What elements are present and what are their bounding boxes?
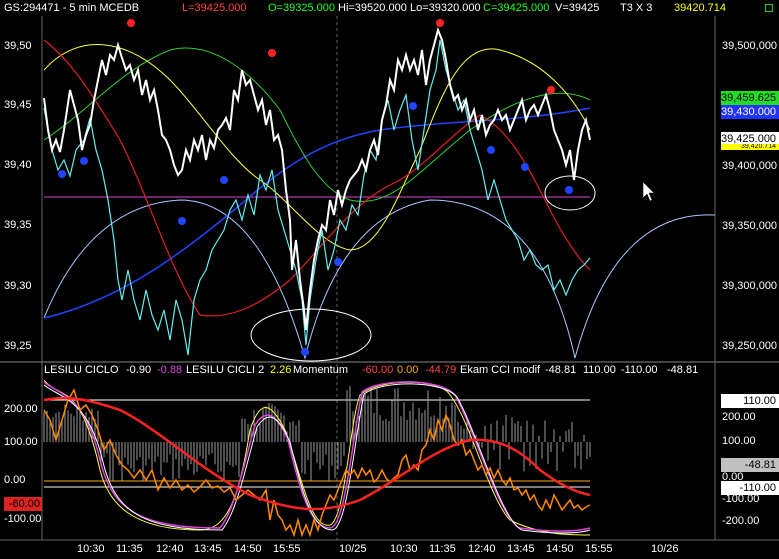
low-marker-dot bbox=[220, 176, 228, 184]
high-marker-dot bbox=[268, 49, 276, 57]
indicator-label-4: Ekam CCI modif bbox=[460, 364, 541, 376]
high-marker-dot bbox=[127, 19, 135, 27]
price-tick-right: 39,350,000 bbox=[722, 220, 778, 232]
price-tick: 39,50 bbox=[4, 40, 32, 52]
indicator-value-3a: -60.00 bbox=[362, 364, 394, 376]
indicator-tick: -100.00 bbox=[4, 513, 42, 525]
indicator-label-3: Momentum bbox=[293, 364, 349, 376]
low-marker-dot bbox=[178, 217, 186, 225]
price-badge-blue: 39,430.000 bbox=[721, 105, 779, 119]
time-tick: 11:35 bbox=[429, 543, 456, 555]
indicator-value-3b: 0.00 bbox=[397, 364, 419, 376]
red-average-line bbox=[43, 39, 591, 317]
time-tick: 15:55 bbox=[585, 543, 613, 555]
indicator-badge-cci: -48.81 bbox=[721, 458, 779, 472]
indicator-value-2: 2.26 bbox=[270, 364, 292, 376]
indicator-tick-right: 200.00 bbox=[722, 411, 756, 423]
indicator-value-4: -48.81 bbox=[545, 364, 577, 376]
low-marker-dot bbox=[301, 348, 309, 356]
high-marker-dot bbox=[436, 19, 444, 27]
low-marker-dot bbox=[80, 157, 88, 165]
price-tick-right: 39,500,000 bbox=[722, 40, 778, 52]
low-marker-dot bbox=[58, 170, 66, 178]
indicator-value-1: -0.90 bbox=[126, 364, 152, 376]
cycle-arc-line bbox=[43, 199, 716, 360]
time-tick: 15:55 bbox=[273, 543, 301, 555]
indicator-value-3c: -44.79 bbox=[425, 364, 457, 376]
chart-canvas[interactable] bbox=[0, 0, 779, 559]
price-tick-right: 39,300,000 bbox=[722, 280, 778, 292]
mouse-cursor-icon bbox=[642, 181, 655, 202]
trading-chart-window: GS:294471 - 5 min MCEDB L=39425.000 O=39… bbox=[0, 0, 779, 559]
price-tick: 39,25 bbox=[4, 340, 32, 352]
price-tick: 39,35 bbox=[4, 219, 32, 231]
time-tick: 10:30 bbox=[390, 543, 418, 555]
indicator-value-5: 110.00 bbox=[583, 364, 616, 376]
indicator-tick: 0.00 bbox=[4, 474, 26, 486]
price-badge-green: 39,459.625 bbox=[721, 91, 779, 105]
indicator-left-badge: -60.00 bbox=[4, 497, 42, 511]
indicator-value-6: -110.00 bbox=[621, 364, 658, 376]
low-marker-dot bbox=[334, 258, 342, 266]
time-tick: 14:50 bbox=[234, 543, 262, 555]
indicator-value-7: -48.81 bbox=[667, 364, 699, 376]
price-badge-yellow: 39,420.714 bbox=[721, 144, 779, 150]
indicator-tick-right: -100.00 bbox=[722, 493, 760, 505]
time-tick: 11:35 bbox=[116, 543, 143, 555]
time-tick: 10/26 bbox=[651, 543, 679, 555]
indicator-tick-right: -200.00 bbox=[722, 515, 760, 527]
time-tick: 13:45 bbox=[194, 543, 222, 555]
time-tick: 12:40 bbox=[156, 543, 184, 555]
indicator-badge-upper: 110.00 bbox=[721, 394, 779, 408]
price-tick: 39,30 bbox=[4, 280, 32, 292]
price-tick: 39,40 bbox=[4, 159, 32, 171]
price-tick-right: 39,250,000 bbox=[722, 340, 778, 352]
indicator-value-1b: -0.88 bbox=[157, 364, 183, 376]
time-tick: 10/25 bbox=[339, 543, 367, 555]
high-marker-dot bbox=[547, 86, 555, 94]
low-marker-dot bbox=[409, 102, 417, 110]
time-tick: 14:50 bbox=[546, 543, 574, 555]
indicator-tick: 200.00 bbox=[4, 403, 38, 415]
indicator-tick-right: 100.00 bbox=[722, 435, 756, 447]
indicator-header: LESILU CICLO -0.90 -0.88 LESILU CICLI 2 … bbox=[0, 362, 715, 378]
low-marker-dot bbox=[487, 146, 495, 154]
low-marker-dot bbox=[565, 186, 573, 194]
indicator-label-1: LESILU CICLO bbox=[44, 364, 119, 376]
indicator-tick: 100.00 bbox=[4, 436, 38, 448]
time-tick: 12:40 bbox=[468, 543, 496, 555]
low-marker-dot bbox=[521, 163, 529, 171]
price-tick-right: 39,400,000 bbox=[722, 160, 778, 172]
time-tick: 10:30 bbox=[77, 543, 105, 555]
price-tick: 39,45 bbox=[4, 99, 32, 111]
indicator-label-2: LESILU CICLI 2 bbox=[186, 364, 265, 376]
time-tick: 13:45 bbox=[507, 543, 535, 555]
